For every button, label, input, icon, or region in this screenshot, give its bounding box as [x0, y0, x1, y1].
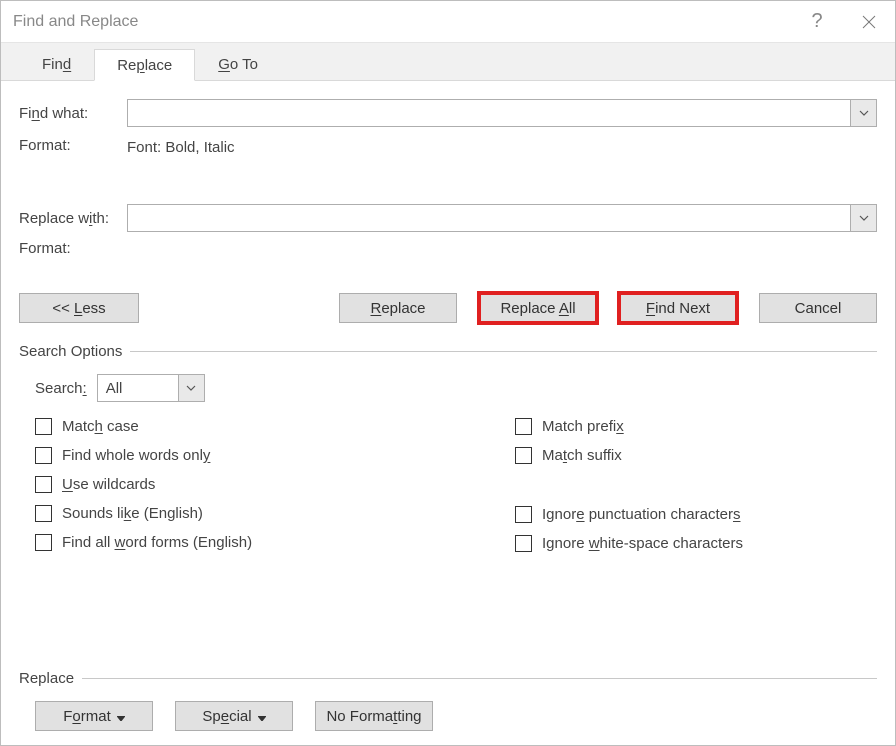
search-direction-row: Search: All [35, 374, 877, 402]
find-what-dropdown-button[interactable] [850, 100, 876, 126]
chevron-down-icon [859, 215, 869, 221]
caret-down-icon [258, 708, 266, 725]
replace-format-label: Format: [19, 240, 127, 257]
titlebar: Find and Replace ? [1, 1, 895, 43]
replace-format-row: Format: [19, 240, 877, 257]
match-suffix-checkbox[interactable]: Match suffix [515, 447, 743, 464]
match-prefix-checkbox[interactable]: Match prefix [515, 418, 743, 435]
less-button[interactable]: << Less [19, 293, 139, 323]
ignore-whitespace-checkbox[interactable]: Ignore white-space characters [515, 535, 743, 552]
cancel-label: Cancel [795, 300, 842, 317]
replace-with-input[interactable] [128, 205, 850, 231]
help-icon: ? [811, 10, 822, 33]
checkbox-icon [35, 505, 52, 522]
tab-replace[interactable]: Replace [94, 49, 195, 81]
dialog-title: Find and Replace [13, 13, 138, 31]
wildcards-checkbox[interactable]: Use wildcards [35, 476, 515, 493]
replace-with-dropdown-button[interactable] [850, 205, 876, 231]
checkbox-icon [515, 418, 532, 435]
whole-words-checkbox[interactable]: Find whole words only [35, 447, 515, 464]
chevron-down-icon [859, 110, 869, 116]
search-direction-label: Search: [35, 380, 87, 397]
replace-with-row: Replace with: [19, 204, 877, 232]
close-icon [862, 15, 876, 29]
checkbox-icon [515, 447, 532, 464]
checkbox-icon [35, 447, 52, 464]
find-next-button[interactable]: Find Next [619, 293, 737, 323]
cancel-button[interactable]: Cancel [759, 293, 877, 323]
search-options-checks: Match case Find whole words only Use wil… [35, 418, 877, 552]
replace-formatting-group: Replace Format Special No Format [19, 650, 877, 731]
checkbox-icon [35, 476, 52, 493]
search-options-heading: Search Options [19, 343, 877, 360]
checkbox-icon [35, 418, 52, 435]
format-dropdown-button[interactable]: Format [35, 701, 153, 731]
find-replace-dialog: Find and Replace ? Find Replace Go To Fi… [0, 0, 896, 746]
search-direction-dropdown-button[interactable] [178, 375, 204, 401]
checkbox-icon [515, 506, 532, 523]
tab-find[interactable]: Find [19, 48, 94, 80]
checkbox-icon [515, 535, 532, 552]
find-format-row: Format: Font: Bold, Italic [19, 135, 877, 156]
find-what-row: Find what: [19, 99, 877, 127]
main-button-row: << Less Replace Replace All Find Next Ca… [19, 293, 877, 323]
replace-with-label: Replace with: [19, 210, 127, 227]
replace-with-combo[interactable] [127, 204, 877, 232]
close-button[interactable] [843, 1, 895, 43]
tabstrip: Find Replace Go To [1, 43, 895, 81]
match-case-checkbox[interactable]: Match case [35, 418, 515, 435]
word-forms-checkbox[interactable]: Find all word forms (English) [35, 534, 515, 551]
dialog-body: Find what: Format: Font: Bold, Italic Re… [1, 81, 895, 745]
find-what-label: Find what: [19, 105, 127, 122]
help-button[interactable]: ? [791, 1, 843, 43]
search-direction-value: All [98, 375, 178, 401]
replace-group-heading: Replace [19, 670, 877, 687]
find-what-combo[interactable] [127, 99, 877, 127]
find-format-label: Format: [19, 137, 127, 154]
no-formatting-button[interactable]: No Formatting [315, 701, 433, 731]
sounds-like-checkbox[interactable]: Sounds like (English) [35, 505, 515, 522]
checkbox-icon [35, 534, 52, 551]
find-format-value: Font: Bold, Italic [127, 135, 235, 156]
replace-button[interactable]: Replace [339, 293, 457, 323]
find-what-input[interactable] [128, 100, 850, 126]
replace-all-button[interactable]: Replace All [479, 293, 597, 323]
search-direction-dropdown[interactable]: All [97, 374, 205, 402]
caret-down-icon [117, 708, 125, 725]
ignore-punct-checkbox[interactable]: Ignore punctuation characters [515, 506, 743, 523]
tab-goto[interactable]: Go To [195, 48, 281, 80]
special-dropdown-button[interactable]: Special [175, 701, 293, 731]
chevron-down-icon [186, 385, 196, 391]
